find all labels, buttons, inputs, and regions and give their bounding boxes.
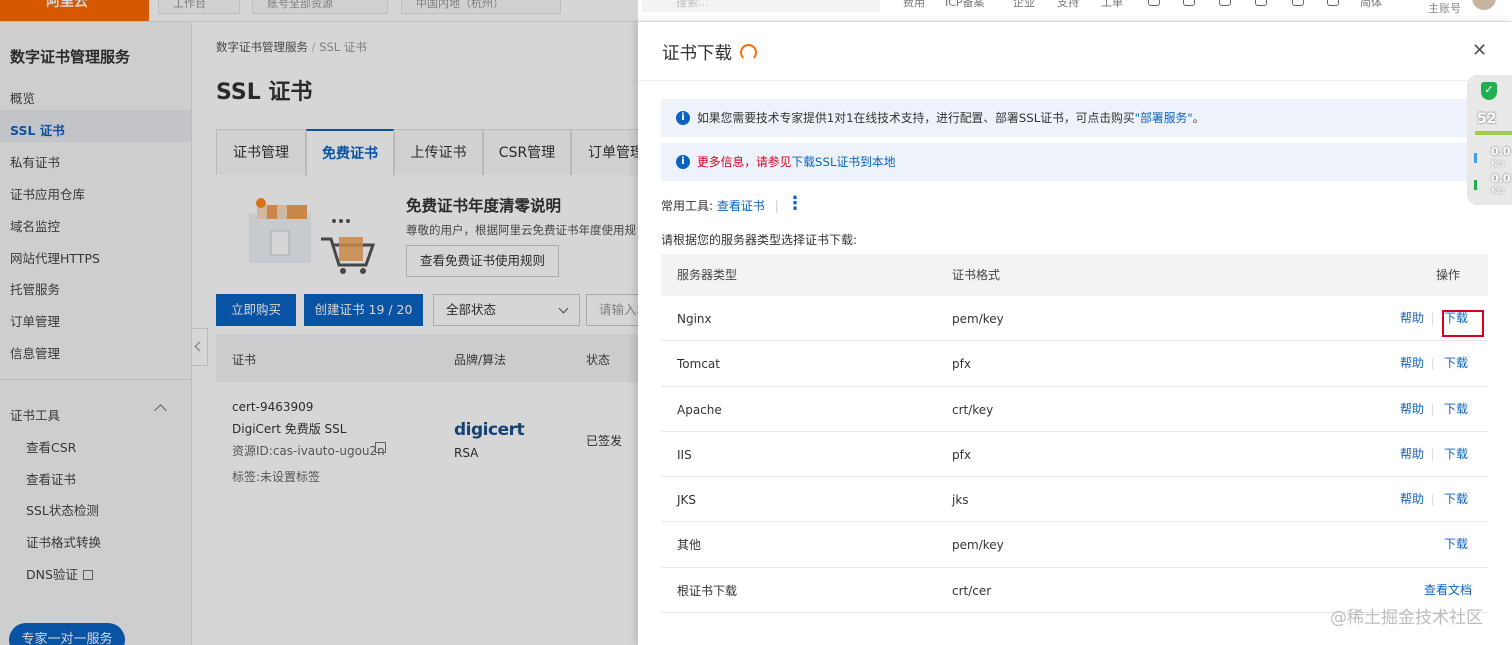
help-link[interactable]: 帮助: [1400, 448, 1424, 460]
help-link[interactable]: 帮助: [1400, 403, 1424, 415]
nav-icp[interactable]: ICP备案: [945, 0, 985, 10]
download-link[interactable]: 下载: [1444, 357, 1468, 369]
server-type: Tomcat: [677, 357, 720, 372]
server-type: 根证书下载: [677, 583, 738, 598]
view-docs-link[interactable]: 查看文档: [1424, 584, 1472, 596]
action-separator: [1432, 448, 1433, 461]
drawer-title: 证书下载: [662, 40, 757, 65]
sub-account-label: 主账号: [1428, 2, 1461, 15]
avatar[interactable]: [1472, 0, 1496, 10]
shield-check-icon: ✓: [1481, 82, 1497, 100]
th-server-type: 服务器类型: [677, 268, 738, 282]
watermark: @稀土掘金技术社区: [1330, 608, 1483, 628]
view-cert-link[interactable]: 查看证书: [717, 199, 765, 213]
download-indicator: [1474, 180, 1477, 190]
close-icon[interactable]: ✕: [1472, 40, 1487, 61]
cert-format: pfx: [952, 357, 971, 372]
cert-format: crt/key: [952, 402, 994, 417]
upload-indicator: [1474, 153, 1477, 163]
download-unit: K/s: [1491, 186, 1505, 196]
network-speed-widget[interactable]: ✓ 52 0.0 K/s 0.0 K/s: [1467, 75, 1512, 205]
nav-enterprise[interactable]: 企业: [1013, 0, 1035, 10]
help-link[interactable]: 帮助: [1400, 357, 1424, 369]
tools-icon[interactable]: [1292, 0, 1304, 6]
server-type: Apache: [677, 402, 722, 417]
table-row: JKS jks 帮助 下载: [661, 477, 1488, 523]
cert-format: pem/key: [952, 312, 1004, 326]
help-link[interactable]: 帮助: [1400, 493, 1424, 505]
server-type: Nginx: [677, 312, 712, 326]
download-speed: 0.0: [1491, 172, 1511, 185]
message-icon[interactable]: [1148, 0, 1160, 6]
deploy-service-notice: i 如果您需要技术专家提供1对1在线技术支持，进行配置、部署SSL证书，可点击购…: [661, 99, 1488, 137]
common-tools: 常用工具: 查看证书 | ⋮: [661, 195, 804, 214]
nav-fees[interactable]: 费用: [903, 0, 925, 10]
choose-server-text: 请根据您的服务器类型选择证书下载:: [661, 233, 858, 247]
nav-ticket[interactable]: 工单: [1101, 0, 1123, 10]
upload-unit: K/s: [1491, 159, 1505, 169]
language-switch[interactable]: 简体: [1360, 0, 1382, 10]
cert-format: crt/cer: [952, 583, 992, 598]
more-vertical-icon[interactable]: ⋮: [786, 195, 804, 213]
nav-support[interactable]: 支持: [1057, 0, 1079, 10]
table-row: 其他 pem/key 下载: [661, 522, 1488, 568]
table-row: IIS pfx 帮助 下载: [661, 432, 1488, 478]
help-link[interactable]: 帮助: [1400, 312, 1424, 324]
download-table-header: 服务器类型 证书格式 操作: [661, 254, 1488, 296]
bell-icon[interactable]: [1219, 0, 1231, 6]
usage-bar: [1475, 131, 1512, 135]
more-info-text: 更多信息，请参见: [697, 155, 792, 169]
th-action: 操作: [1435, 268, 1460, 282]
global-search-input[interactable]: 搜索...: [642, 0, 880, 12]
upload-speed: 0.0: [1491, 145, 1511, 158]
server-type: 其他: [677, 538, 702, 553]
download-guide-link[interactable]: 下载SSL证书到本地: [791, 155, 895, 169]
table-row: Nginx pem/key 帮助 下载: [661, 296, 1488, 342]
cart-icon[interactable]: [1255, 0, 1267, 6]
action-separator: [1432, 403, 1433, 416]
drawer-divider: [638, 80, 1512, 81]
server-type: IIS: [677, 447, 692, 462]
help-icon[interactable]: [1327, 0, 1339, 6]
server-type: JKS: [677, 493, 697, 508]
drawer-title-text: 证书下载: [662, 44, 732, 64]
download-link[interactable]: 下载: [1444, 448, 1468, 460]
notice-end: 。: [1192, 111, 1205, 125]
cert-format: jks: [952, 493, 969, 508]
tools-separator: |: [774, 199, 779, 213]
download-table: 服务器类型 证书格式 操作 Nginx pem/key 帮助 下载 Tomcat…: [661, 254, 1488, 614]
action-separator: [1432, 358, 1433, 371]
highlight-box: [1442, 310, 1484, 337]
info-icon: i: [676, 155, 690, 169]
download-link[interactable]: 下载: [1444, 493, 1468, 505]
cert-download-drawer: 证书下载 ✕ i 如果您需要技术专家提供1对1在线技术支持，进行配置、部署SSL…: [638, 22, 1512, 645]
deploy-service-link[interactable]: "部署服务": [1135, 111, 1193, 125]
table-row: Tomcat pfx 帮助 下载: [661, 341, 1488, 387]
action-separator: [1432, 494, 1433, 507]
table-row: Apache crt/key 帮助 下载: [661, 387, 1488, 432]
modal-mask[interactable]: [0, 0, 638, 645]
notice-text: 如果您需要技术专家提供1对1在线技术支持，进行配置、部署SSL证书，可点击购买: [697, 111, 1135, 125]
info-icon: i: [676, 111, 690, 125]
th-cert-format: 证书格式: [952, 268, 1001, 282]
cert-format: pfx: [952, 447, 971, 462]
cert-format: pem/key: [952, 538, 1004, 553]
more-info-notice: i 更多信息，请参见下载SSL证书到本地: [661, 143, 1488, 181]
tools-label: 常用工具:: [661, 199, 714, 213]
usage-percent: 52: [1477, 111, 1497, 127]
download-link[interactable]: 下载: [1444, 403, 1468, 415]
mail-icon[interactable]: [1183, 0, 1195, 6]
headset-icon[interactable]: [740, 44, 757, 61]
download-link[interactable]: 下载: [1444, 538, 1468, 550]
action-separator: [1432, 313, 1433, 325]
